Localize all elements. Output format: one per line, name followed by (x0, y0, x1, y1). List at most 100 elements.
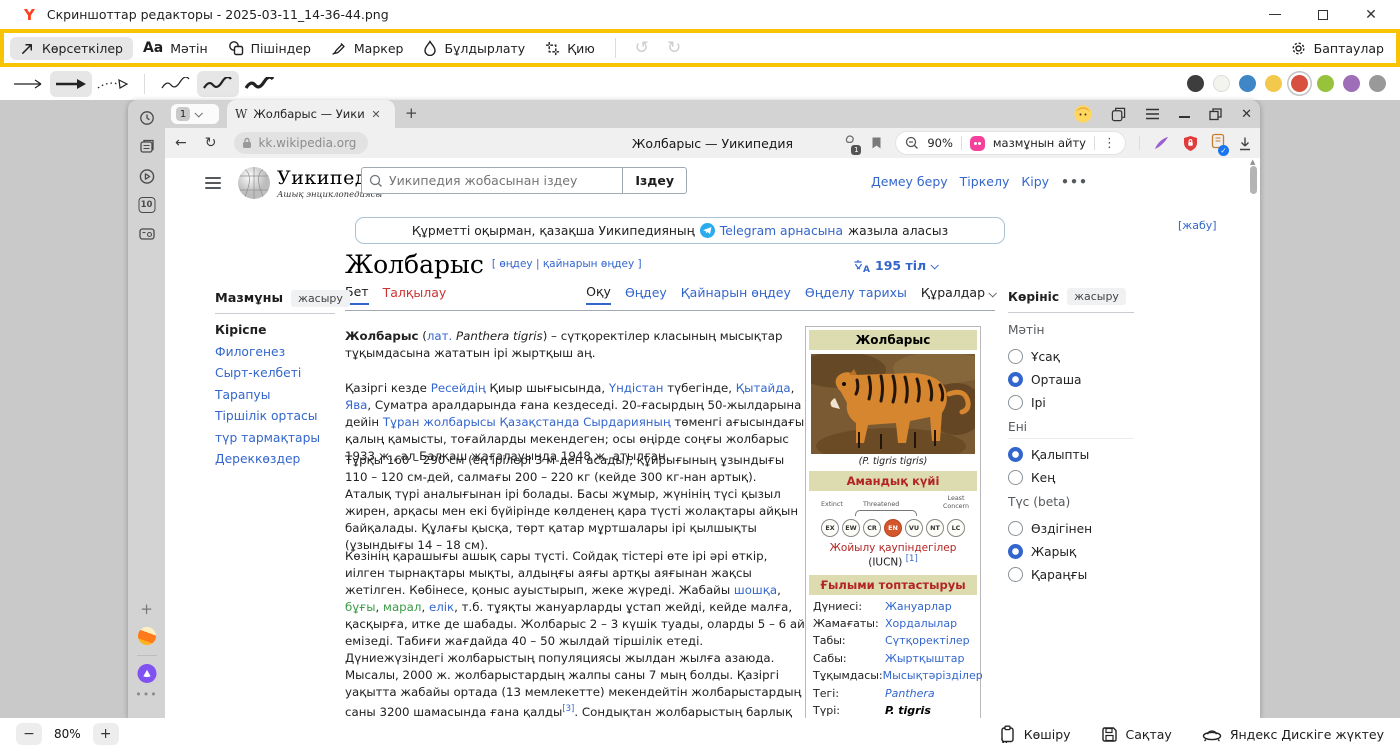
tab-close-icon[interactable]: ✕ (371, 108, 380, 121)
download-icon[interactable] (1238, 136, 1252, 151)
wikipedia-globe-logo[interactable] (237, 166, 271, 204)
color-swatch-black[interactable] (1187, 75, 1204, 92)
history-icon[interactable] (139, 110, 155, 130)
zoom-out-icon[interactable] (905, 136, 919, 150)
wiki-menu-icon[interactable] (205, 174, 221, 192)
yandex-search-app-icon[interactable] (138, 627, 156, 645)
arrow-style-thin[interactable] (8, 71, 50, 97)
read-aloud-label[interactable]: мазмұнын айту (993, 136, 1086, 150)
option-theme-light[interactable]: Жарық (1008, 544, 1134, 559)
donate-link[interactable]: Демеу беру (871, 174, 948, 189)
toc-item-references[interactable]: Дереккөздер (215, 452, 335, 466)
register-link[interactable]: Тіркелу (960, 174, 1010, 189)
settings-button[interactable]: Баптаулар (1290, 40, 1384, 57)
appearance-hide-button[interactable]: жасыру (1067, 288, 1126, 305)
arrow-style-thick[interactable] (50, 71, 92, 97)
search-input[interactable] (383, 173, 622, 188)
more-options-icon[interactable]: ⋮ (1103, 136, 1116, 151)
share-icon[interactable]: 1 (842, 134, 858, 153)
scroll-up-icon[interactable]: ▲ (1250, 158, 1255, 166)
browser-minimize-icon[interactable] (1179, 116, 1190, 118)
save-button[interactable]: Сақтау (1101, 726, 1172, 743)
squiggle-style-medium[interactable] (197, 71, 239, 97)
color-swatch-white[interactable] (1213, 75, 1230, 92)
tab-read[interactable]: Оқу (586, 284, 611, 305)
browser-restore-icon[interactable] (1209, 108, 1222, 121)
profile-avatar[interactable] (1074, 105, 1092, 123)
toc-item-habitat[interactable]: Тіршілік ортасы (215, 409, 335, 423)
undo-button[interactable]: ↺ (626, 38, 658, 58)
tool-crop[interactable]: Қию (535, 37, 605, 60)
reload-icon[interactable]: ↻ (205, 135, 217, 151)
language-selector[interactable]: A 195 тіл (853, 258, 937, 273)
minimize-button[interactable] (1268, 8, 1282, 22)
squiggle-style-thick[interactable] (239, 71, 281, 97)
search-button[interactable]: Іздеу (622, 168, 686, 193)
toc-item-appearance[interactable]: Сырт-келбеті (215, 366, 335, 380)
login-link[interactable]: Кіру (1021, 174, 1049, 189)
zoom-out-button[interactable]: − (16, 723, 42, 745)
close-button[interactable]: ✕ (1364, 8, 1378, 22)
option-theme-dark[interactable]: Қараңғы (1008, 567, 1134, 582)
tool-marker[interactable]: Маркер (321, 36, 414, 60)
copy-button[interactable]: Көшіру (999, 725, 1071, 743)
browser-zoom-value[interactable]: 90% (927, 136, 953, 150)
editor-canvas[interactable]: 10 + ••• 1 W Жолба (0, 100, 1400, 718)
tool-text[interactable]: Aa Мәтін (133, 36, 218, 60)
active-tab[interactable]: W Жолбарыс — Уикипед ✕ (227, 100, 395, 128)
tool-shapes[interactable]: Пішіндер (218, 36, 321, 60)
toc-item-subspecies[interactable]: түр тармақтары (215, 431, 335, 445)
status-ref[interactable]: [1] (906, 554, 918, 564)
more-header-icon[interactable]: ••• (1061, 174, 1088, 189)
page-scrollbar[interactable]: ▲ (1249, 158, 1258, 718)
tab-edit-source[interactable]: Қайнарын өңдеу (681, 285, 791, 305)
radio-icon[interactable] (1008, 521, 1023, 536)
scrollbar-thumb[interactable] (1250, 166, 1257, 194)
color-swatch-blue[interactable] (1239, 75, 1256, 92)
telegram-link[interactable]: Telegram арнасына (720, 224, 843, 238)
toc-item-intro[interactable]: Кіріспе (215, 323, 335, 337)
option-width-standard[interactable]: Қалыпты (1008, 447, 1134, 462)
status-link[interactable]: Жойылу қаупіндегілер (830, 542, 957, 554)
toc-item-phylogenesis[interactable]: Филогенез (215, 345, 335, 359)
sidebar-add-icon[interactable]: + (140, 600, 153, 618)
radio-icon[interactable] (1008, 372, 1023, 387)
color-swatch-purple[interactable] (1343, 75, 1360, 92)
radio-icon[interactable] (1008, 349, 1023, 364)
sidebar-more-icon[interactable]: ••• (135, 688, 157, 701)
pen-edit-icon[interactable] (1153, 135, 1170, 151)
redo-button[interactable]: ↻ (658, 38, 690, 58)
zoom-in-button[interactable]: + (93, 723, 119, 745)
new-tab-button[interactable]: + (405, 104, 418, 122)
side-panel-icon[interactable] (1111, 107, 1126, 122)
play-icon[interactable] (138, 168, 155, 189)
option-text-large[interactable]: Ірі (1008, 395, 1134, 410)
tab-history[interactable]: Өңделу тарихы (805, 285, 907, 305)
radio-icon[interactable] (1008, 447, 1023, 462)
browser-close-icon[interactable]: ✕ (1241, 107, 1252, 122)
toc-item-distribution[interactable]: Тарапуы (215, 388, 335, 402)
back-icon[interactable]: ← (175, 135, 187, 151)
tiger-image[interactable] (811, 354, 975, 454)
option-text-small[interactable]: Ұсақ (1008, 349, 1134, 364)
alice-assistant-icon[interactable] (137, 664, 156, 683)
tabs-panel-icon[interactable] (139, 138, 155, 158)
radio-icon[interactable] (1008, 567, 1023, 582)
url-field[interactable]: kk.wikipedia.org (234, 132, 368, 154)
bookmark-icon[interactable] (871, 136, 882, 150)
yandex-disk-upload-button[interactable]: Яндекс Дискіге жүктеу (1202, 726, 1384, 742)
tab-count-badge[interactable]: 10 (138, 197, 155, 213)
arrow-style-dotted[interactable] (92, 71, 134, 97)
tab-edit[interactable]: Өңдеу (625, 285, 667, 305)
color-swatch-red-selected[interactable] (1291, 75, 1308, 92)
toc-hide-button[interactable]: жасыру (291, 290, 350, 307)
radio-icon[interactable] (1008, 470, 1023, 485)
tab-tools[interactable]: Құралдар (921, 285, 995, 305)
tool-blur[interactable]: Бұлдырлату (413, 36, 535, 60)
color-swatch-green[interactable] (1317, 75, 1334, 92)
tab-counter-button[interactable]: 1 (171, 104, 219, 124)
tool-arrows[interactable]: Көрсеткілер (10, 37, 133, 60)
option-theme-auto[interactable]: Өздігінен (1008, 521, 1134, 536)
title-edit-links[interactable]: [ өңдеу | қайнарын өңдеу ] (492, 258, 642, 270)
screenshot-icon[interactable] (138, 226, 155, 245)
